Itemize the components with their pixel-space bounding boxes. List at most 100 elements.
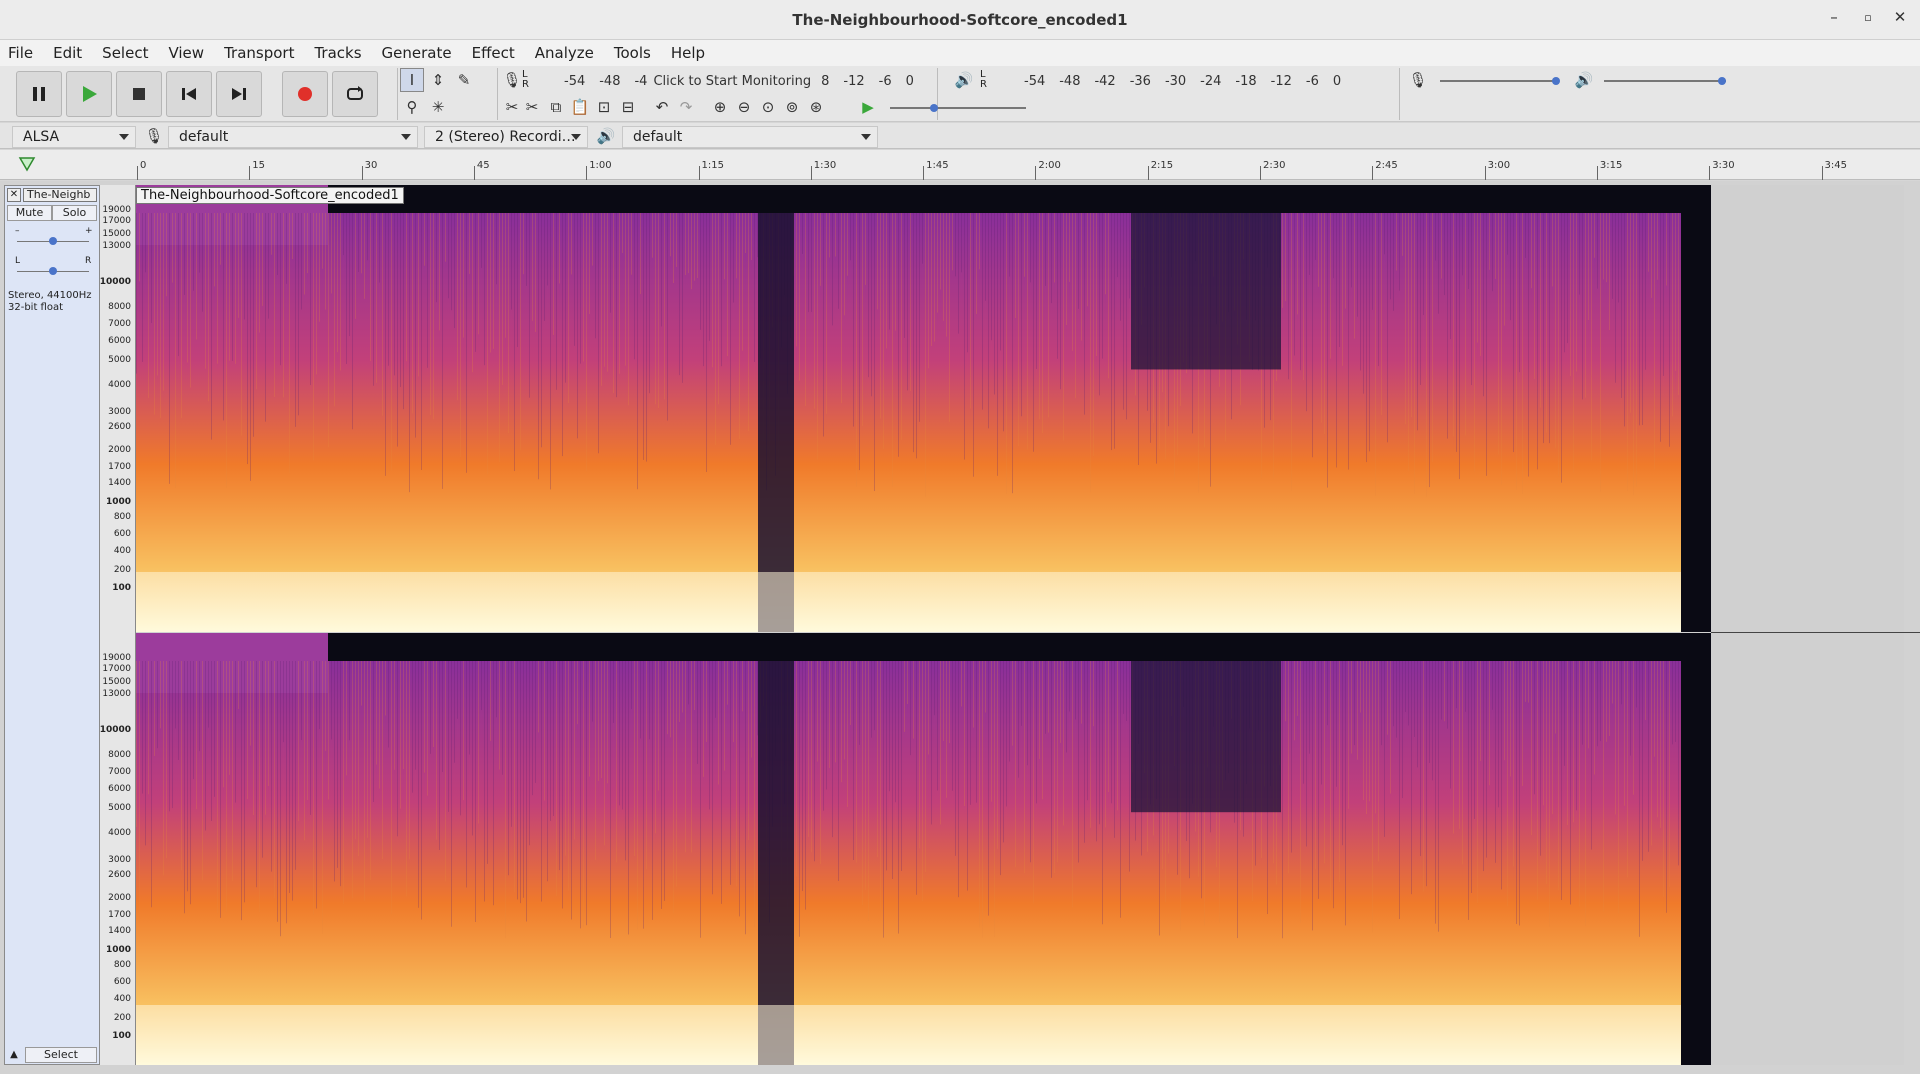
undo-icon[interactable]: ↶ [650,95,674,119]
trim-icon[interactable]: ⊡ [592,95,616,119]
spectrogram-texture [253,213,254,437]
spectrogram-texture [1570,661,1571,905]
gain-knob[interactable] [49,237,57,245]
fit-selection-icon[interactable]: ⊙ [756,95,780,119]
spectrogram-texture [1351,213,1352,288]
microphone-icon[interactable]: 🎙 [500,68,524,92]
spectrogram-texture [1312,661,1313,931]
spectrogram-texture [1042,661,1043,800]
playback-volume-slider[interactable] [1604,80,1726,82]
skip-to-start-button[interactable] [166,71,212,117]
recording-volume-knob[interactable] [1552,77,1560,85]
empty-track-space[interactable] [1711,185,1904,1065]
track-name-short: The-Neighb [27,188,91,201]
spectrogram-texture [1084,213,1085,415]
copy-icon[interactable]: ⧉ [544,95,568,119]
clip-name[interactable]: The-Neighbourhood-Softcore_encoded1 [136,187,404,204]
maximize-icon[interactable]: ▫ [1856,11,1880,24]
ruler-tick-label: 3:30 [1712,160,1735,171]
pan-knob[interactable] [49,267,57,275]
fit-project-icon[interactable]: ⊚ [780,95,804,119]
spectrogram-texture [583,213,584,362]
cut-icon[interactable]: ✂ [520,95,544,119]
record-meter[interactable]: -54 -48 -4 Click to Start Monitoring 8 -… [564,74,928,89]
menu-file[interactable]: File [8,44,33,62]
pause-button[interactable] [16,71,62,117]
play-speed-knob[interactable] [930,104,938,112]
zoom-in-icon[interactable]: ⊕ [708,95,732,119]
menu-edit[interactable]: Edit [53,44,82,62]
spectrogram-texture [1522,213,1523,495]
selection-tool-icon[interactable]: I [400,68,424,92]
spectrogram-texture [1117,661,1118,811]
collapse-track-icon[interactable]: ▲ [7,1048,21,1062]
frequency-label: 100 [112,1031,131,1042]
monitor-label[interactable]: Click to Start Monitoring [653,74,811,89]
play-speed-slider[interactable] [890,107,1026,109]
menu-analyze[interactable]: Analyze [535,44,594,62]
paste-icon[interactable]: 📋 [568,95,592,119]
spectrogram-texture [403,213,404,410]
spectrogram-texture [1291,661,1292,853]
playback-volume-knob[interactable] [1718,77,1726,85]
menu-help[interactable]: Help [671,44,705,62]
recording-device-select[interactable]: default [168,126,418,148]
play-button[interactable] [66,71,112,117]
spectrogram-right-channel[interactable] [136,633,1711,1065]
ruler-tick-line [923,166,925,180]
recording-channels-select[interactable]: 2 (Stereo) Recordi… [424,126,588,148]
playback-meter-tick: -42 [1094,74,1116,89]
playback-device-select[interactable]: default [622,126,878,148]
track-menu-button[interactable]: The-Neighb [23,188,97,202]
minimize-icon[interactable]: – [1822,8,1846,26]
ruler-tick-line [137,166,138,180]
draw-tool-icon[interactable]: ✎ [452,68,476,92]
select-track-button[interactable]: Select [25,1047,97,1063]
menu-generate[interactable]: Generate [382,44,452,62]
envelope-tool-icon[interactable]: ⇕ [426,68,450,92]
stop-button[interactable] [116,71,162,117]
spectrogram-texture [856,661,857,863]
menu-select[interactable]: Select [102,44,148,62]
close-track-icon[interactable]: ✕ [7,188,21,202]
close-icon[interactable]: ✕ [1888,8,1912,26]
spectrogram-texture [604,213,605,367]
spectrogram-texture [1582,213,1583,400]
spectrogram-texture [565,213,566,383]
spectrogram-texture [166,213,167,297]
play-head-icon[interactable] [18,156,36,172]
recording-volume-slider[interactable] [1440,80,1556,82]
menu-view[interactable]: View [168,44,204,62]
mute-button[interactable]: Mute [7,205,52,221]
spectrogram-texture [865,213,866,285]
ruler-tick-label: 45 [476,160,490,171]
solo-button[interactable]: Solo [52,205,97,221]
zoom-toggle-icon[interactable]: ⊛ [804,95,828,119]
menu-tracks[interactable]: Tracks [314,44,361,62]
menu-effect[interactable]: Effect [472,44,515,62]
spectrogram-texture [913,661,914,739]
timeline-ruler[interactable]: 0 15 30 45 1:00 1:15 1:30 1:45 2:00 2:15 2:30 2:45 3… [0,150,1920,180]
spectrogram-texture [1501,213,1502,485]
spectrogram-texture [142,213,143,362]
speaker-icon[interactable]: 🔊 [952,68,976,92]
spectrogram-texture [379,661,380,789]
frequency-label: 100 [112,583,131,594]
play-at-speed-icon[interactable]: ▶ [856,95,880,119]
silence-icon[interactable]: ⊟ [616,95,640,119]
menu-transport[interactable]: Transport [224,44,294,62]
redo-icon[interactable]: ↷ [674,95,698,119]
record-button[interactable] [282,71,328,117]
loop-button[interactable] [332,71,378,117]
audio-host-select[interactable]: ALSA [12,126,136,148]
menu-tools[interactable]: Tools [614,44,651,62]
multi-tool-icon[interactable]: ✳ [426,95,450,119]
zoom-out-icon[interactable]: ⊖ [732,95,756,119]
zoom-tool-icon[interactable]: ⚲ [400,95,424,119]
playback-meter[interactable]: -54 -48 -42 -36 -30 -24 -18 -12 -6 0 [1024,74,1355,89]
skip-to-end-button[interactable] [216,71,262,117]
spectrogram-left-channel[interactable] [136,185,1711,632]
spectrogram-texture [385,213,386,476]
spectrogram-texture [364,661,365,901]
spectrogram-texture [427,661,428,796]
